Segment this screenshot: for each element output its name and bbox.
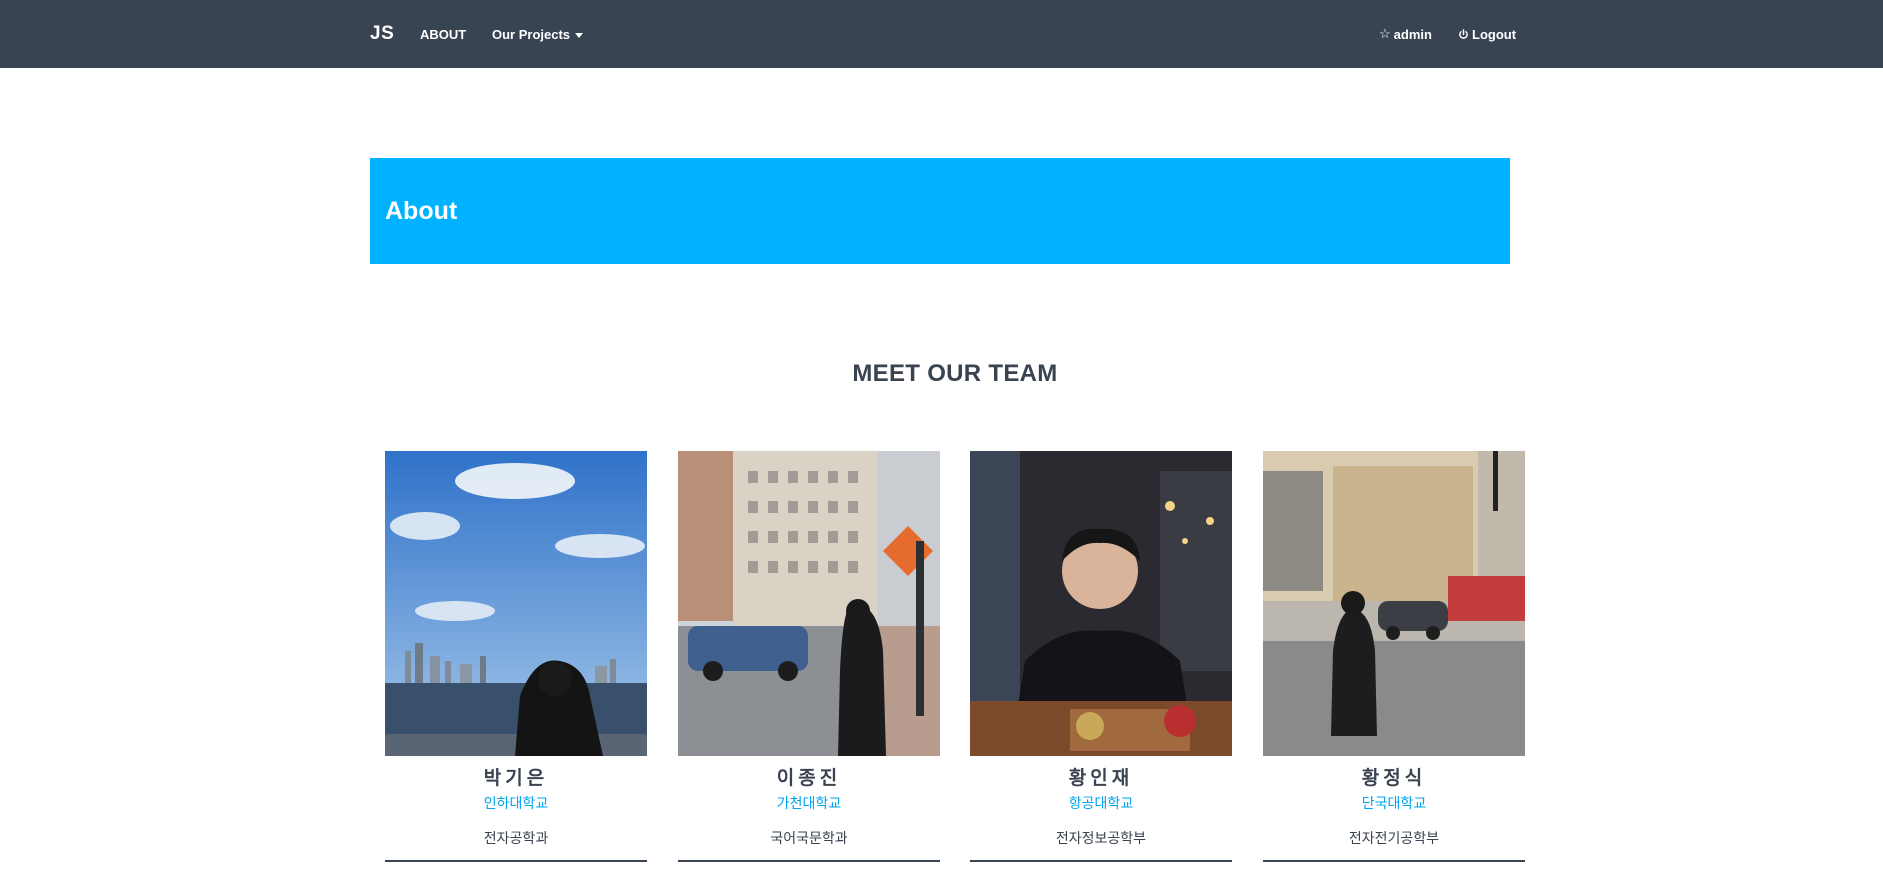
nav-our-projects-dropdown[interactable]: Our Projects [492, 0, 584, 68]
card-divider [970, 860, 1232, 862]
member-department: 전자정보공학부 [1055, 830, 1147, 846]
team-heading: MEET OUR TEAM [852, 360, 1058, 387]
team-member-card: 황정식 단국대학교 전자전기공학부 [1263, 451, 1525, 863]
top-navbar: JS ABOUT Our Projects ☆ admin Logout [0, 0, 1883, 68]
member-school: 가천대학교 [776, 795, 842, 811]
nav-our-projects-label: Our Projects [492, 26, 571, 42]
team-member-card: 박기은 인하대학교 전자공학과 [385, 451, 647, 863]
nav-admin-label: admin [1393, 26, 1432, 42]
nav-admin-link[interactable]: ☆ admin [1379, 0, 1432, 68]
caret-down-icon [575, 32, 584, 38]
member-department: 전자공학과 [483, 830, 549, 846]
star-icon: ☆ [1379, 26, 1391, 41]
member-photo [1263, 451, 1525, 756]
member-department: 국어국문학과 [770, 830, 848, 846]
member-photo [678, 451, 940, 756]
member-school: 단국대학교 [1361, 795, 1427, 811]
nav-logout-label: Logout [1472, 26, 1517, 42]
member-name: 황정식 [1361, 768, 1427, 789]
page-title: About [385, 196, 458, 225]
team-member-card: 황인재 항공대학교 전자정보공학부 [970, 451, 1232, 863]
member-name: 이종진 [776, 768, 842, 789]
card-divider [678, 860, 940, 862]
member-photo [970, 451, 1232, 756]
card-divider [385, 860, 647, 862]
nav-logout-link[interactable]: Logout [1458, 0, 1516, 68]
power-icon [1458, 28, 1469, 40]
about-banner: About [370, 158, 1510, 264]
member-school: 항공대학교 [1068, 795, 1134, 811]
team-member-card: 이종진 가천대학교 국어국문학과 [678, 451, 940, 863]
brand-logo[interactable]: JS [370, 0, 394, 68]
member-department: 전자전기공학부 [1348, 830, 1440, 846]
member-name: 황인재 [1068, 768, 1134, 789]
member-photo [385, 451, 647, 756]
card-divider [1263, 860, 1525, 862]
member-name: 박기은 [483, 768, 549, 789]
member-school: 인하대학교 [483, 795, 549, 811]
nav-about-link[interactable]: ABOUT [420, 0, 466, 68]
